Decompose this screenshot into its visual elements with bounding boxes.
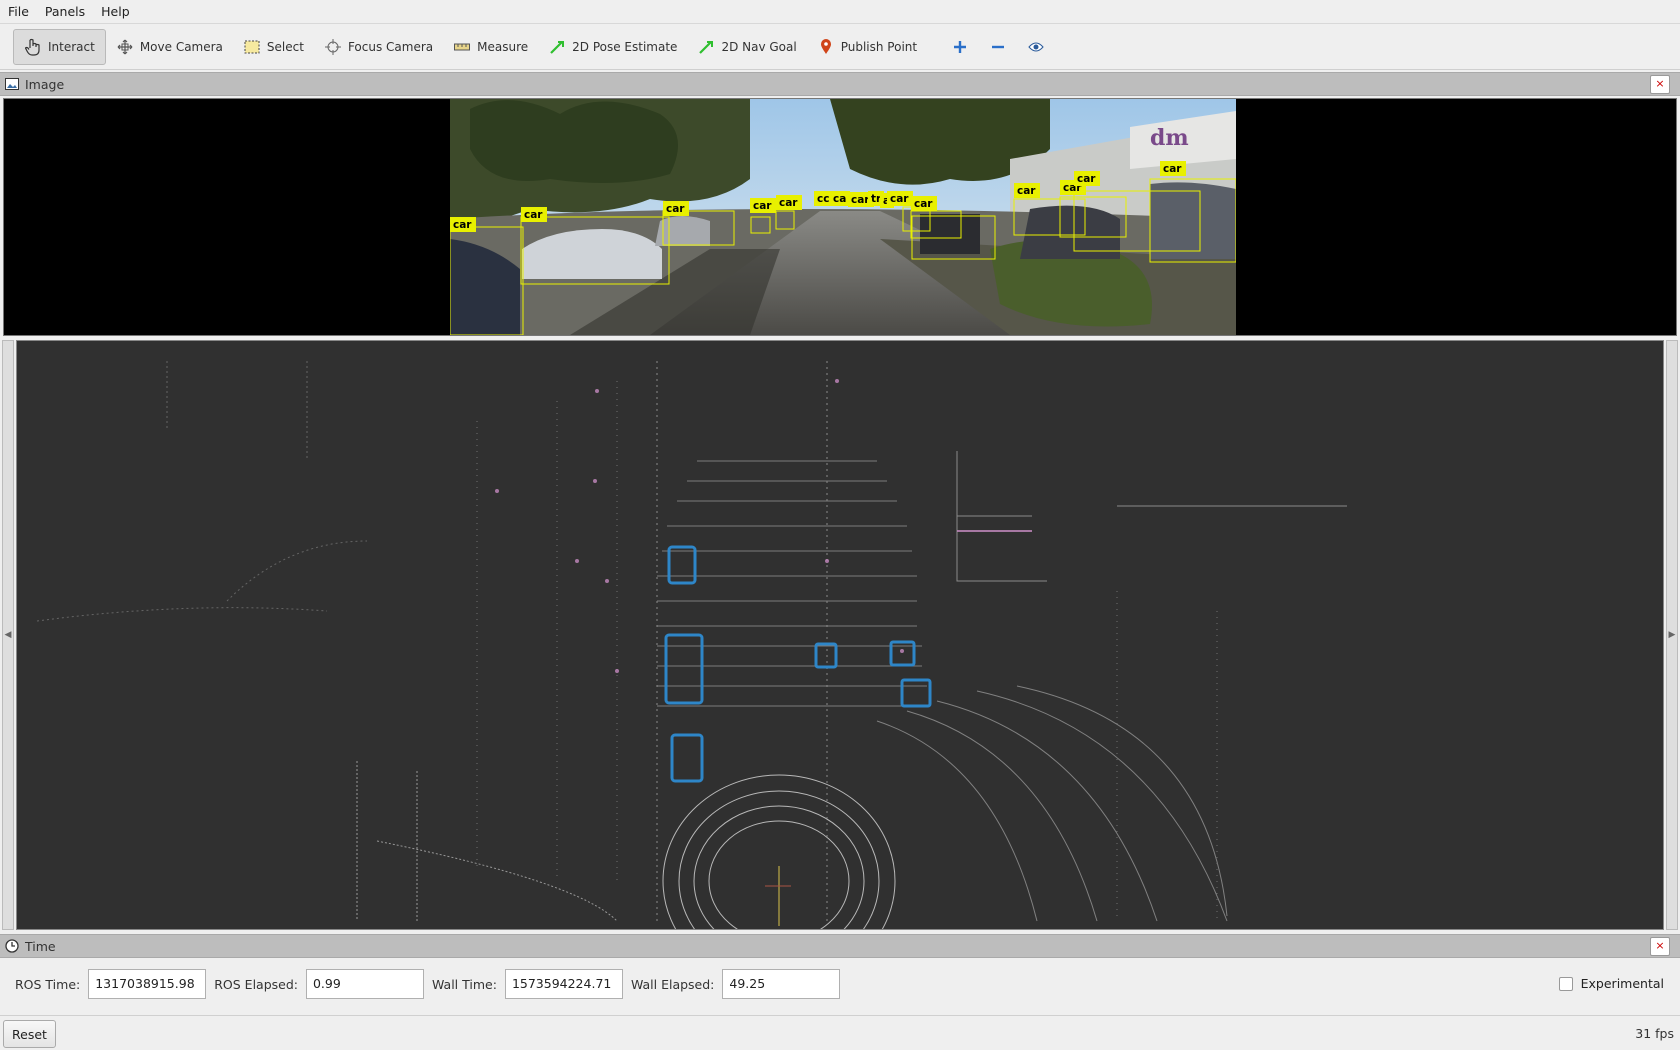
detection-label: car [890, 193, 909, 205]
ruler-icon [453, 38, 471, 56]
focus-camera-label: Focus Camera [347, 39, 434, 54]
pose-estimate-tool-button[interactable]: 2D Pose Estimate [538, 29, 687, 65]
detection-label: ca [833, 193, 846, 205]
camera-image: dm car car car car car cc ca car tr a ca… [450, 99, 1236, 335]
experimental-label: Experimental [1580, 976, 1664, 991]
publish-point-label: Publish Point [840, 39, 918, 54]
point-cloud [36, 361, 1347, 988]
detection-label: cc [817, 193, 829, 205]
interact-label: Interact [48, 39, 95, 54]
publish-point-tool-button[interactable]: Publish Point [807, 29, 927, 65]
move-arrows-icon [116, 38, 134, 56]
nav-goal-tool-button[interactable]: 2D Nav Goal [687, 29, 806, 65]
remove-tool-button[interactable] [979, 29, 1017, 65]
ros-elapsed-label: ROS Elapsed: [214, 976, 298, 992]
image-panel-header: Image × [0, 72, 1680, 96]
clock-icon [5, 939, 19, 953]
detection-label: car [1017, 185, 1036, 197]
reset-button[interactable]: Reset [3, 1020, 56, 1048]
checkbox-box[interactable] [1558, 976, 1573, 991]
tools-toolbar: Interact Move Camera Select Focus Camera… [0, 24, 1680, 70]
detection-label: car [1077, 173, 1096, 185]
fps-readout: 31 fps [1635, 1026, 1674, 1041]
tool-properties-button[interactable] [1017, 29, 1055, 65]
move-camera-tool-button[interactable]: Move Camera [106, 29, 233, 65]
eye-icon [1027, 38, 1045, 56]
status-bar: Reset 31 fps [0, 1015, 1680, 1050]
wall-elapsed-field[interactable]: 49.25 [722, 969, 841, 999]
image-display: dm car car car car car cc ca car tr a ca… [3, 98, 1677, 336]
wall-time-field[interactable]: 1573594224.71 [504, 969, 623, 999]
ros-elapsed-field[interactable]: 0.99 [305, 969, 424, 999]
time-panel-title: Time [25, 938, 56, 954]
tracked-object-boxes [664, 545, 932, 783]
minus-icon [989, 38, 1007, 56]
time-panel-content: ROS Time: 1317038915.98 ROS Elapsed: 0.9… [0, 959, 1680, 1009]
green-arrow-icon [697, 38, 715, 56]
detection-label: car [914, 198, 933, 210]
plus-icon [951, 38, 969, 56]
selection-rectangle-icon [243, 38, 261, 56]
map-pin-icon [817, 38, 835, 56]
measure-tool-button[interactable]: Measure [443, 29, 538, 65]
detection-label: car [524, 209, 543, 221]
close-time-panel-button[interactable]: × [1650, 937, 1670, 956]
measure-label: Measure [477, 39, 529, 54]
menu-panels[interactable]: Panels [37, 4, 93, 19]
detection-label: car [851, 194, 870, 206]
experimental-checkbox[interactable]: Experimental [1558, 976, 1664, 991]
pose-estimate-label: 2D Pose Estimate [572, 39, 678, 54]
move-camera-label: Move Camera [139, 39, 223, 54]
ros-time-label: ROS Time: [15, 976, 81, 992]
dm-billboard-text: dm [1150, 125, 1189, 151]
select-tool-button[interactable]: Select [233, 29, 314, 65]
detection-label: car [779, 197, 798, 209]
close-image-panel-button[interactable]: × [1650, 75, 1670, 94]
ros-time-field[interactable]: 1317038915.98 [88, 969, 207, 999]
right-dock-toggle[interactable]: ▶ [1666, 340, 1678, 930]
nav-goal-label: 2D Nav Goal [721, 39, 797, 54]
vehicle-axes [765, 866, 791, 926]
detection-label: car [753, 200, 772, 212]
menu-bar: File Panels Help [0, 0, 1680, 24]
crosshair-icon [324, 38, 342, 56]
detection-label: car [453, 219, 472, 231]
menu-help[interactable]: Help [93, 4, 138, 19]
focus-camera-tool-button[interactable]: Focus Camera [314, 29, 443, 65]
menu-file[interactable]: File [0, 4, 37, 19]
image-icon [5, 77, 19, 91]
wall-elapsed-label: Wall Elapsed: [630, 976, 715, 992]
add-tool-button[interactable] [941, 29, 979, 65]
time-panel-header: Time × [0, 934, 1680, 958]
hand-pointer-icon [24, 38, 42, 56]
green-arrow-icon [548, 38, 566, 56]
interact-tool-button[interactable]: Interact [13, 28, 106, 65]
image-panel-title: Image [25, 76, 65, 92]
wall-time-label: Wall Time: [431, 976, 497, 992]
detection-label: car [1163, 163, 1182, 175]
detection-label: car [666, 203, 685, 215]
left-dock-toggle[interactable]: ◀ [2, 340, 14, 930]
select-label: Select [266, 39, 304, 54]
render-viewport[interactable] [16, 340, 1664, 988]
